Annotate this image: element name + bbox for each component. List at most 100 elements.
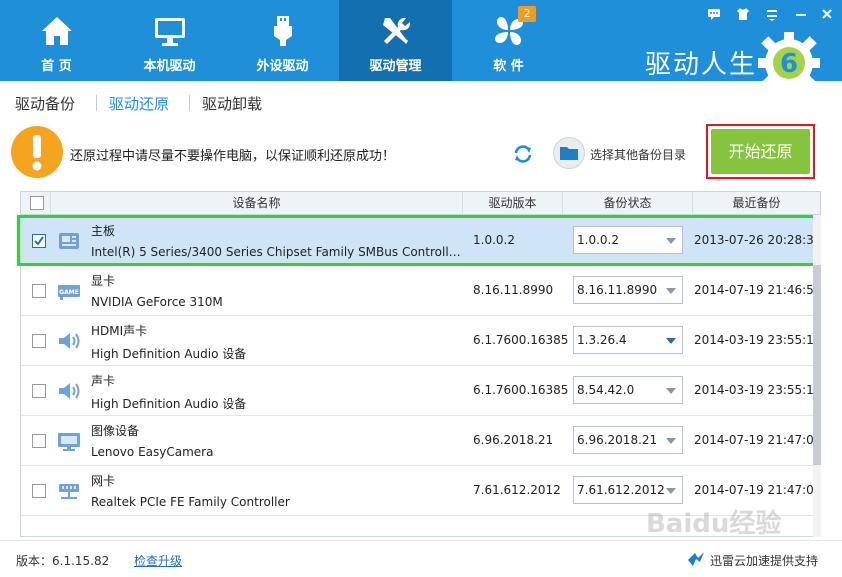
last-backup-time: 2014-07-19 21:47:00 xyxy=(694,433,821,447)
tab-driver-backup[interactable]: 驱动备份 xyxy=(15,93,75,114)
row-checkbox[interactable] xyxy=(32,284,46,298)
gpu-icon: GAME xyxy=(58,285,80,300)
monitor-icon xyxy=(154,18,185,46)
backup-version-select[interactable]: 7.61.612.2012 xyxy=(573,476,683,504)
menu-icon[interactable] xyxy=(764,6,780,22)
table-row[interactable]: 网卡 Realtek PCIe FE Family Controller 7.6… xyxy=(21,466,820,516)
xunlei-bird-icon xyxy=(688,552,704,566)
backup-version-select[interactable]: 8.54.42.0 xyxy=(573,376,683,404)
row-checkbox[interactable] xyxy=(32,334,46,348)
driver-version: 1.0.0.2 xyxy=(473,233,515,247)
table-row[interactable]: 图像设备 Lenovo EasyCamera 6.96.2018.21 6.96… xyxy=(21,416,820,466)
device-name: Realtek PCIe FE Family Controller xyxy=(91,495,290,509)
table-row[interactable]: HDMI声卡 High Definition Audio 设备 6.1.7600… xyxy=(21,316,820,366)
chevron-down-icon[interactable] xyxy=(660,377,682,403)
nav-local-drivers-label: 本机驱动 xyxy=(143,59,196,74)
backup-version-value: 8.54.42.0 xyxy=(577,383,635,397)
chevron-down-icon[interactable] xyxy=(660,477,682,503)
folder-icon xyxy=(560,147,578,160)
header-backup-status[interactable]: 备份状态 xyxy=(563,192,693,215)
usb-icon xyxy=(273,16,292,46)
row-checkbox[interactable] xyxy=(32,384,46,398)
table-row[interactable]: GAME 显卡 NVIDIA GeForce 310M 8.16.11.8990… xyxy=(21,266,820,316)
tab-divider xyxy=(189,95,190,111)
home-icon xyxy=(41,17,72,45)
chevron-down-icon[interactable] xyxy=(660,277,682,303)
last-backup-time: 2013-07-26 20:28:35 xyxy=(694,233,821,247)
driver-version: 6.1.7600.16385 xyxy=(473,333,569,347)
device-name: Lenovo EasyCamera xyxy=(91,445,214,459)
last-backup-time: 2014-07-19 21:46:59 xyxy=(694,283,821,297)
choose-backup-dir-button[interactable] xyxy=(553,137,585,169)
last-backup-time: 2014-07-19 21:47:00 xyxy=(694,483,821,497)
chevron-down-icon[interactable] xyxy=(660,327,682,353)
device-name: Intel(R) 5 Series/3400 Series Chipset Fa… xyxy=(91,245,463,259)
backup-version-select[interactable]: 1.0.0.2 xyxy=(573,226,683,254)
svg-text:GAME: GAME xyxy=(59,289,79,296)
feedback-icon[interactable] xyxy=(706,6,722,22)
table-header: 设备名称 驱动版本 备份状态 最近备份 xyxy=(21,192,820,215)
select-all-checkbox[interactable] xyxy=(30,196,44,210)
minimize-icon[interactable] xyxy=(793,6,809,22)
scrollbar-thumb[interactable] xyxy=(813,265,821,465)
tab-driver-uninstall[interactable]: 驱动卸载 xyxy=(202,93,262,114)
brand-logo-text: 6 xyxy=(780,49,798,79)
app-version: 版本：6.1.15.82 xyxy=(16,554,110,568)
acceleration-provider: 迅雷云加速提供支持 xyxy=(710,554,819,568)
software-badge: 2 xyxy=(518,6,536,22)
last-backup-time: 2014-03-19 23:55:14 xyxy=(694,383,821,397)
camera-monitor-icon xyxy=(58,433,80,451)
device-type: HDMI声卡 xyxy=(91,324,148,338)
driver-version: 7.61.612.2012 xyxy=(473,483,561,497)
nav-driver-management-label: 驱动管理 xyxy=(369,59,422,74)
network-icon xyxy=(59,484,79,499)
nav-home[interactable]: 首 页 xyxy=(0,0,113,81)
chevron-down-icon[interactable] xyxy=(660,227,682,253)
sub-tabs: 驱动备份 驱动还原 驱动卸载 xyxy=(0,81,842,121)
device-type: 网卡 xyxy=(91,474,116,488)
backup-version-select[interactable]: 1.3.26.4 xyxy=(573,326,683,354)
table-row[interactable]: 主板 Intel(R) 5 Series/3400 Series Chipset… xyxy=(21,216,820,266)
header-checkbox-cell xyxy=(21,192,51,215)
driver-version: 8.16.11.8990 xyxy=(473,283,554,297)
nav-driver-management[interactable]: 驱动管理 xyxy=(339,0,452,81)
device-name: High Definition Audio 设备 xyxy=(91,397,247,411)
check-icon xyxy=(34,236,44,246)
chevron-down-icon[interactable] xyxy=(660,427,682,453)
driver-table: 设备名称 驱动版本 备份状态 最近备份 主板 Intel(R) 5 Series… xyxy=(20,191,821,537)
nav-local-drivers[interactable]: 本机驱动 xyxy=(113,0,226,81)
header-driver-version[interactable]: 驱动版本 xyxy=(463,192,563,215)
backup-version-value: 1.0.0.2 xyxy=(577,233,619,247)
device-type: 声卡 xyxy=(91,374,116,388)
tab-divider xyxy=(96,95,97,111)
driver-version: 6.96.2018.21 xyxy=(473,433,554,447)
backup-version-value: 1.3.26.4 xyxy=(577,333,627,347)
nav-peripheral-drivers[interactable]: 外设驱动 xyxy=(226,0,339,81)
header-device-name[interactable]: 设备名称 xyxy=(51,192,463,215)
device-name: NVIDIA GeForce 310M xyxy=(91,295,223,309)
nav-peripheral-drivers-label: 外设驱动 xyxy=(256,59,309,74)
nav-software[interactable]: 软 件 2 xyxy=(452,0,565,81)
nav-software-label: 软 件 xyxy=(493,59,524,74)
check-upgrade-link[interactable]: 检查升级 xyxy=(134,552,182,569)
refresh-icon[interactable] xyxy=(512,143,534,165)
tools-icon xyxy=(382,17,410,44)
backup-version-value: 8.16.11.8990 xyxy=(577,283,658,297)
row-checkbox[interactable] xyxy=(32,484,46,498)
speaker-icon xyxy=(59,383,80,399)
skin-icon[interactable] xyxy=(735,6,751,22)
start-restore-button[interactable]: 开始还原 xyxy=(711,129,810,174)
nav-home-label: 首 页 xyxy=(41,59,72,74)
table-row[interactable]: 声卡 High Definition Audio 设备 6.1.7600.163… xyxy=(21,366,820,416)
header-last-backup[interactable]: 最近备份 xyxy=(693,192,820,215)
device-type: 显卡 xyxy=(91,274,116,288)
row-checkbox[interactable] xyxy=(32,234,46,248)
backup-version-select[interactable]: 8.16.11.8990 xyxy=(573,276,683,304)
device-type: 图像设备 xyxy=(91,424,140,438)
last-backup-time: 2014-03-19 23:55:13 xyxy=(694,333,821,347)
tab-driver-restore[interactable]: 驱动还原 xyxy=(109,93,169,114)
close-icon[interactable] xyxy=(819,6,835,22)
choose-backup-dir-label[interactable]: 选择其他备份目录 xyxy=(590,146,686,163)
row-checkbox[interactable] xyxy=(32,434,46,448)
backup-version-select[interactable]: 6.96.2018.21 xyxy=(573,426,683,454)
